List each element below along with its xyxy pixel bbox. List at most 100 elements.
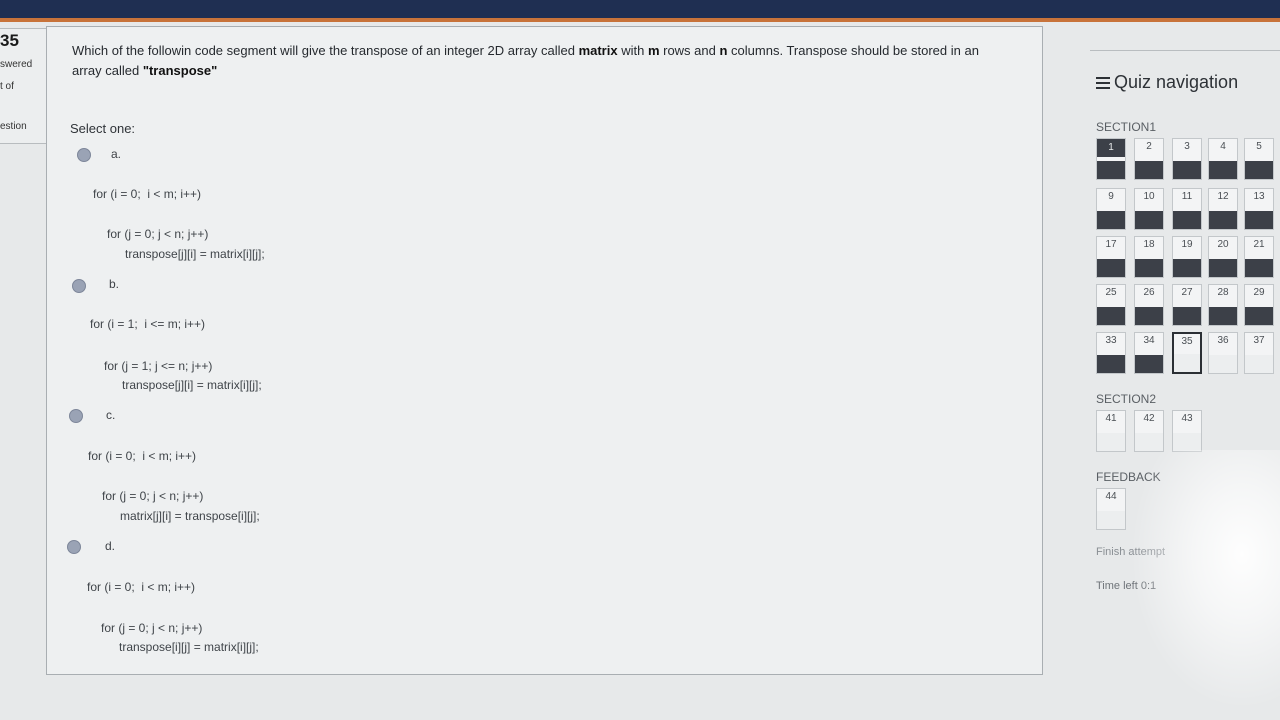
feedback-label: FEEDBACK: [1096, 470, 1161, 484]
quiz-nav-button-13[interactable]: 13: [1244, 188, 1274, 230]
quiz-nav-button-4[interactable]: 4: [1208, 138, 1238, 180]
quiz-nav-answered-indicator: [1135, 211, 1163, 229]
question-text-part: with: [617, 43, 648, 58]
quiz-nav-answered-indicator: [1097, 355, 1125, 373]
radio-option-d[interactable]: [67, 540, 81, 554]
quiz-nav-number: 27: [1181, 287, 1193, 298]
quiz-nav-answered-indicator: [1173, 161, 1201, 179]
quiz-nav-number: 4: [1220, 141, 1226, 152]
quiz-nav-answered-indicator: [1097, 307, 1125, 325]
quiz-nav-answered-indicator: [1135, 433, 1163, 451]
quiz-nav-number: 29: [1253, 287, 1265, 298]
quiz-nav-button-44[interactable]: 44: [1096, 488, 1126, 530]
quiz-nav-answered-indicator: [1097, 259, 1125, 277]
quiz-nav-button-34[interactable]: 34: [1134, 332, 1164, 374]
quiz-nav-number: 43: [1181, 413, 1193, 424]
code-line: for (i = 0; i < m; i++): [93, 187, 202, 201]
quiz-nav-button-9[interactable]: 9: [1096, 188, 1126, 230]
quiz-nav-answered-indicator: [1245, 307, 1273, 325]
top-accent-line: [0, 18, 1280, 22]
quiz-nav-button-33[interactable]: 33: [1096, 332, 1126, 374]
quiz-nav-button-12[interactable]: 12: [1208, 188, 1238, 230]
quiz-nav-answered-indicator: [1097, 211, 1125, 229]
quiz-nav-button-3[interactable]: 3: [1172, 138, 1202, 180]
quiz-nav-number: 9: [1108, 191, 1114, 202]
quiz-nav-number: 41: [1105, 413, 1117, 424]
code-line: transpose[i][j] = matrix[i][j];: [119, 640, 259, 654]
quiz-nav-answered-indicator: [1209, 355, 1237, 373]
radio-option-c[interactable]: [69, 409, 83, 423]
quiz-nav-button-21[interactable]: 21: [1244, 236, 1274, 278]
select-one-prompt: Select one:: [70, 121, 136, 136]
quiz-nav-number: 33: [1105, 335, 1117, 346]
quiz-nav-answered-indicator: [1174, 354, 1200, 372]
top-bar: [0, 0, 1280, 22]
quiz-nav-button-17[interactable]: 17: [1096, 236, 1126, 278]
answer-option-d[interactable]: d. for (i = 0; i < m; i++) for (j = 0; j…: [47, 539, 647, 669]
quiz-nav-answered-indicator: [1245, 161, 1273, 179]
quiz-nav-answered-indicator: [1209, 161, 1237, 179]
quiz-nav-number: 37: [1253, 335, 1265, 346]
quiz-nav-button-43[interactable]: 43: [1172, 410, 1202, 452]
quiz-nav-button-29[interactable]: 29: [1244, 284, 1274, 326]
quiz-nav-answered-indicator: [1135, 355, 1163, 373]
radio-option-a[interactable]: [77, 148, 91, 162]
quiz-nav-number: 18: [1143, 239, 1155, 250]
quiz-nav-number: 10: [1143, 191, 1155, 202]
quiz-nav-number: 26: [1143, 287, 1155, 298]
quiz-nav-button-26[interactable]: 26: [1134, 284, 1164, 326]
quiz-navigation-panel: Quiz navigation SECTION1 SECTION2 FEEDBA…: [1084, 44, 1280, 644]
quiz-nav-number: 19: [1181, 239, 1193, 250]
quiz-nav-answered-indicator: [1135, 161, 1163, 179]
question-bold-transpose: "transpose": [142, 63, 218, 78]
finish-attempt-link[interactable]: Finish attempt: [1096, 546, 1165, 558]
quiz-nav-answered-indicator: [1209, 259, 1237, 277]
quiz-nav-number: 17: [1105, 239, 1117, 250]
option-label: a.: [111, 147, 122, 161]
answer-option-a[interactable]: a. for (i = 0; i < m; i++) for (j = 0; j…: [47, 147, 647, 277]
option-label: b.: [109, 277, 120, 291]
code-line: for (i = 0; i < m; i++): [87, 580, 196, 594]
quiz-nav-button-28[interactable]: 28: [1208, 284, 1238, 326]
answer-option-c[interactable]: c. for (i = 0; i < m; i++) for (j = 0; j…: [47, 408, 647, 538]
quiz-nav-button-37[interactable]: 37: [1244, 332, 1274, 374]
code-line: transpose[j][i] = matrix[i][j];: [122, 378, 262, 392]
flag-question-link[interactable]: estion: [0, 121, 27, 132]
quiz-nav-button-25[interactable]: 25: [1096, 284, 1126, 326]
quiz-nav-button-1[interactable]: 1: [1096, 138, 1126, 180]
quiz-nav-button-19[interactable]: 19: [1172, 236, 1202, 278]
code-line: for (j = 0; j < n; j++): [102, 489, 204, 503]
quiz-nav-button-10[interactable]: 10: [1134, 188, 1164, 230]
question-number: 35: [0, 31, 19, 50]
code-line: for (j = 0; j < n; j++): [101, 621, 203, 635]
quiz-nav-button-36[interactable]: 36: [1208, 332, 1238, 374]
quiz-nav-answered-indicator: [1173, 433, 1201, 451]
quiz-nav-answered-indicator: [1097, 511, 1125, 529]
question-mark-text: t of: [0, 81, 14, 92]
quiz-nav-button-18[interactable]: 18: [1134, 236, 1164, 278]
answer-option-b[interactable]: b. for (i = 1; i <= m; i++) for (j = 1; …: [47, 277, 647, 407]
question-bold-matrix: matrix: [578, 43, 618, 58]
quiz-nav-button-35[interactable]: 35: [1172, 332, 1202, 374]
quiz-nav-button-2[interactable]: 2: [1134, 138, 1164, 180]
quiz-nav-number: 13: [1253, 191, 1265, 202]
quiz-nav-answered-indicator: [1097, 433, 1125, 451]
quiz-nav-answered-indicator: [1173, 307, 1201, 325]
quiz-nav-button-11[interactable]: 11: [1172, 188, 1202, 230]
quiz-nav-button-41[interactable]: 41: [1096, 410, 1126, 452]
question-card: Which of the followin code segment will …: [46, 26, 1043, 675]
quiz-nav-number: 11: [1181, 191, 1193, 202]
code-line: matrix[j][i] = transpose[i][j];: [120, 509, 260, 523]
quiz-nav-number: 3: [1184, 141, 1190, 152]
quiz-nav-button-20[interactable]: 20: [1208, 236, 1238, 278]
quiz-nav-answered-indicator: [1135, 259, 1163, 277]
quiz-nav-button-42[interactable]: 42: [1134, 410, 1164, 452]
quiz-nav-answered-indicator: [1209, 307, 1237, 325]
quiz-nav-answered-indicator: [1173, 259, 1201, 277]
quiz-nav-answered-indicator: [1135, 307, 1163, 325]
quiz-nav-button-27[interactable]: 27: [1172, 284, 1202, 326]
quiz-nav-button-5[interactable]: 5: [1244, 138, 1274, 180]
quiz-nav-number: 44: [1105, 491, 1117, 502]
hamburger-icon[interactable]: [1096, 74, 1110, 92]
radio-option-b[interactable]: [72, 279, 86, 293]
